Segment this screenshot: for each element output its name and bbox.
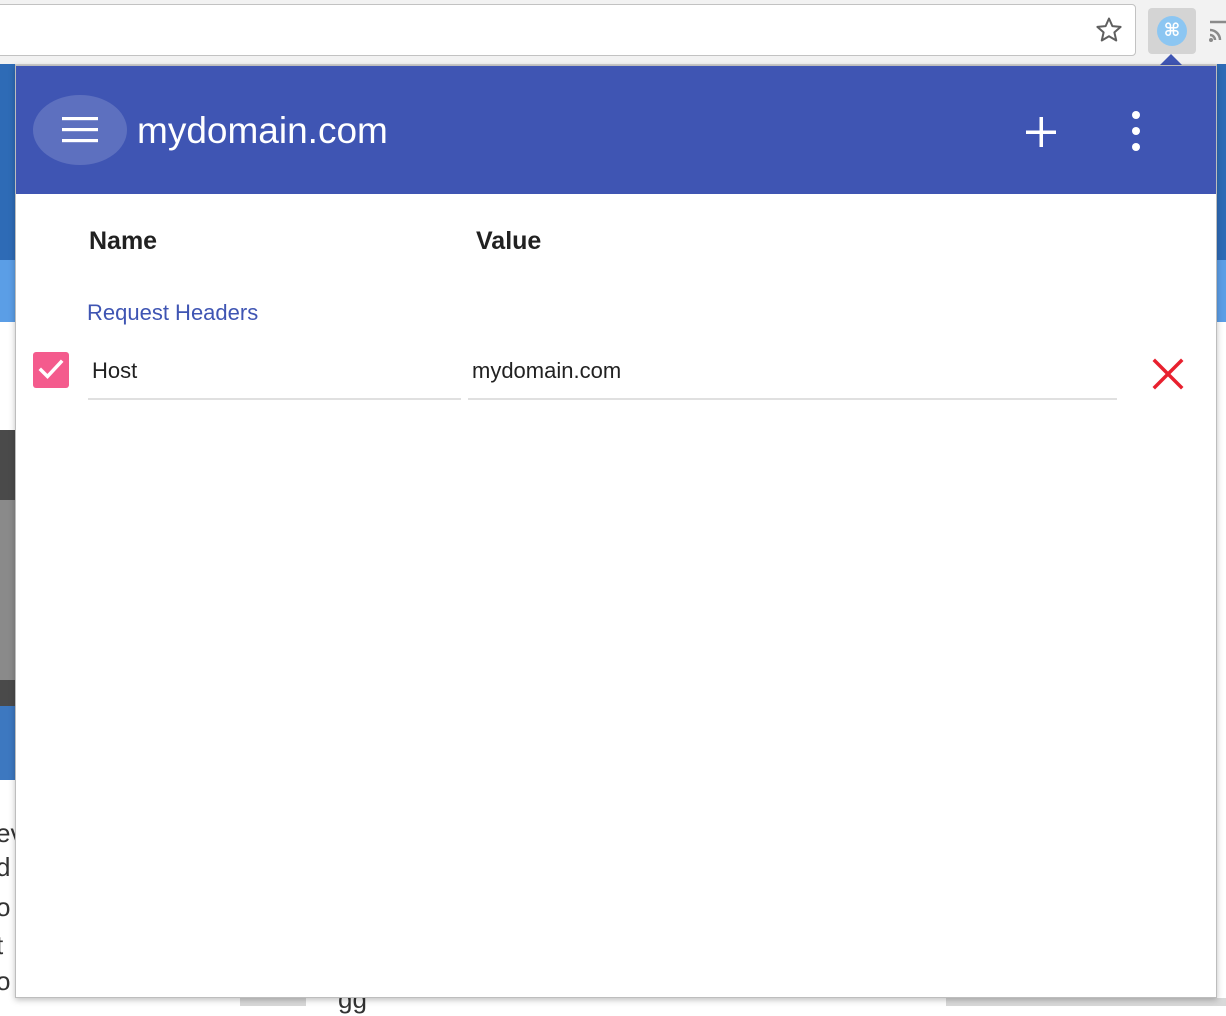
cast-icon[interactable] — [1206, 16, 1226, 46]
background-text-line: t — [0, 928, 3, 962]
header-value-input[interactable] — [468, 348, 1117, 394]
check-icon — [38, 359, 64, 380]
background-banner-right — [1217, 64, 1226, 260]
column-header-value: Value — [476, 227, 542, 255]
address-bar[interactable] — [0, 4, 1136, 56]
star-icon[interactable] — [1094, 15, 1124, 45]
background-block — [240, 998, 306, 1006]
background-text-line: o — [0, 892, 11, 922]
background-image-detail — [0, 500, 15, 680]
header-name-field[interactable] — [88, 348, 461, 400]
header-value-field[interactable] — [468, 348, 1117, 400]
extension-button[interactable]: ⌘ — [1148, 8, 1196, 54]
extension-popup: mydomain.com Name Value Request Headers — [15, 65, 1217, 998]
background-banner — [0, 64, 15, 260]
browser-toolbar: ⌘ — [0, 0, 1226, 65]
menu-button[interactable] — [33, 95, 127, 165]
extension-icon: ⌘ — [1157, 16, 1187, 46]
column-header-name: Name — [89, 227, 158, 255]
background-nav-right — [1217, 260, 1226, 322]
popup-caret — [1160, 54, 1182, 65]
background-block — [946, 998, 1226, 1006]
background-text-line: d — [0, 852, 11, 882]
page-title: mydomain.com — [137, 110, 388, 151]
more-vert-icon — [1132, 111, 1140, 151]
close-icon — [1152, 358, 1184, 390]
header-enabled-checkbox[interactable] — [33, 352, 69, 388]
section-label: Request Headers — [87, 300, 259, 325]
add-icon — [1026, 117, 1056, 147]
header-name-input[interactable] — [88, 348, 461, 394]
background-nav — [0, 260, 15, 322]
menu-icon — [62, 117, 98, 143]
more-options-button[interactable] — [1121, 110, 1151, 154]
app-bar: mydomain.com — [16, 66, 1216, 194]
background-heading — [0, 706, 15, 780]
delete-header-button[interactable] — [1150, 356, 1186, 392]
add-header-button[interactable] — [1019, 110, 1063, 154]
